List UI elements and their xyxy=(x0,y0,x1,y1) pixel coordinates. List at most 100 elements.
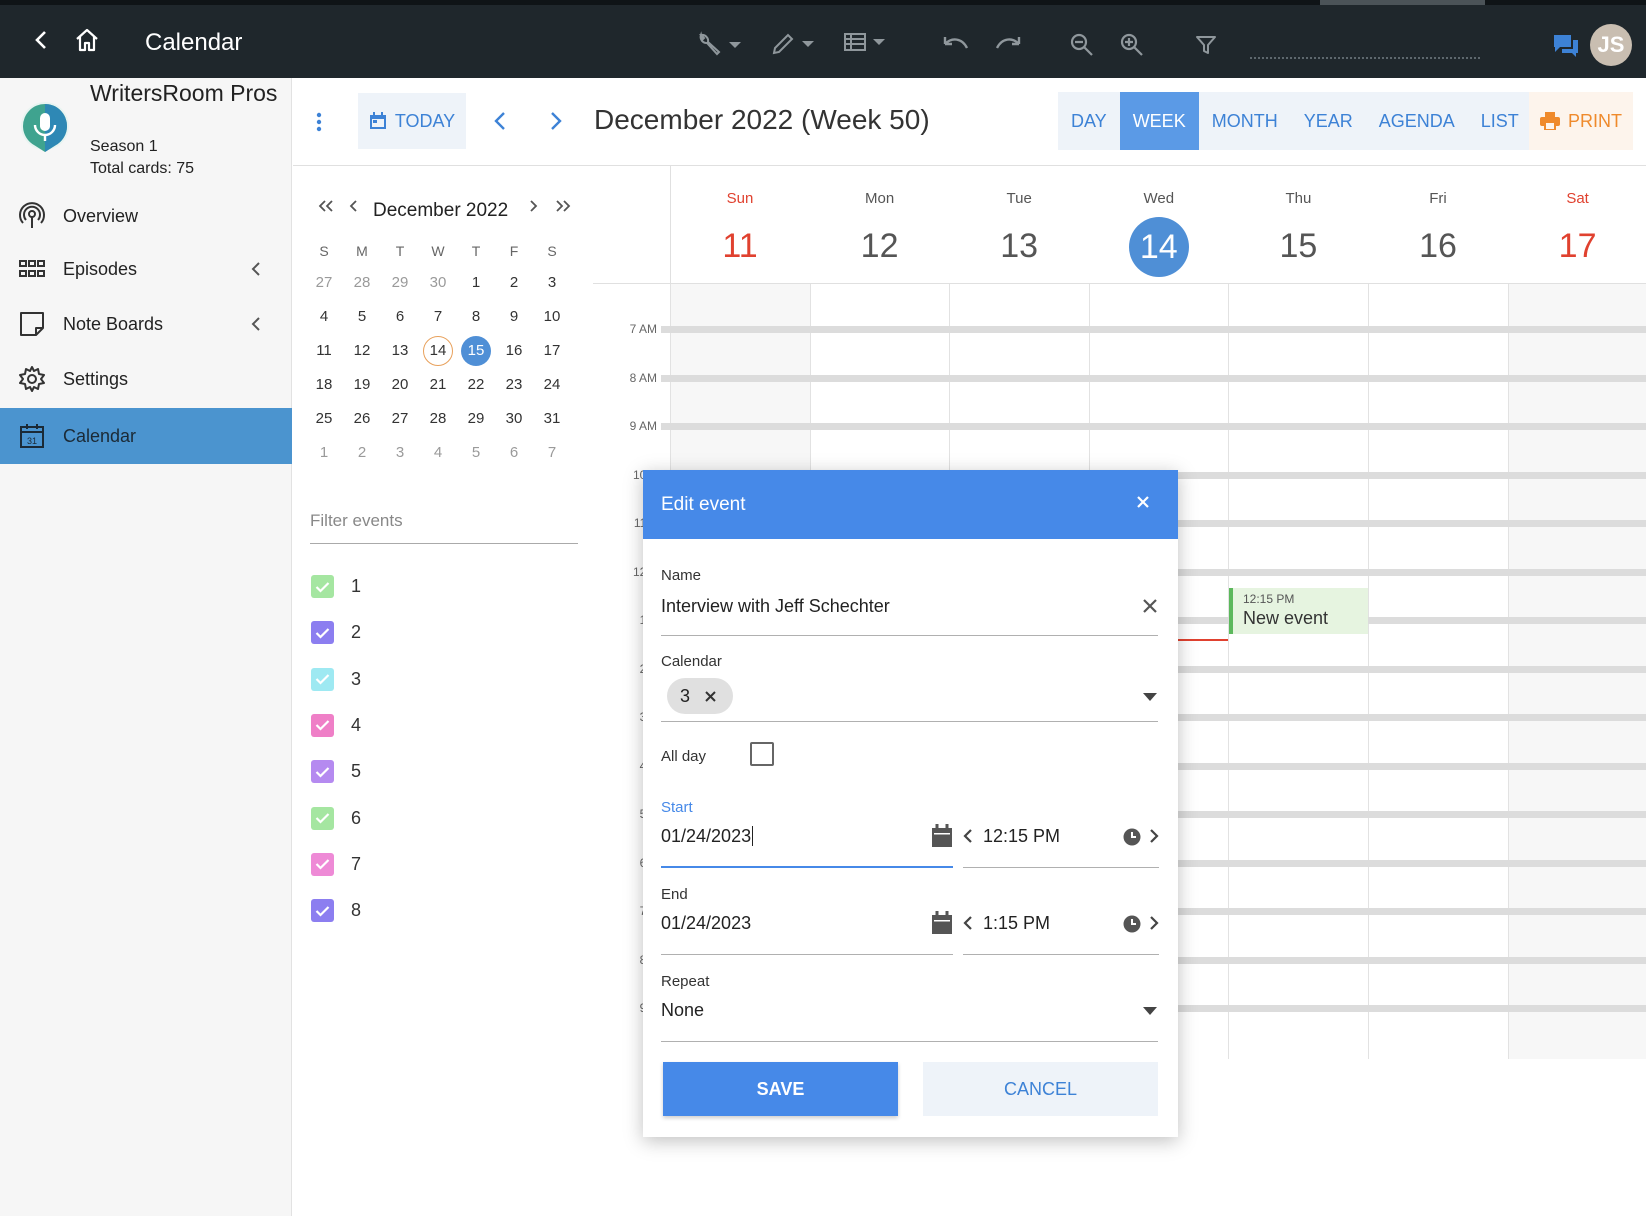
checkbox-checked[interactable] xyxy=(311,852,334,876)
mini-calendar-day[interactable]: 2 xyxy=(495,266,533,300)
checkbox-checked[interactable] xyxy=(311,713,334,737)
mini-calendar-day[interactable]: 21 xyxy=(419,368,457,402)
calendar-filter-item[interactable]: 2 xyxy=(311,621,361,645)
back-button[interactable] xyxy=(26,25,56,55)
day-header[interactable]: Fri 16 xyxy=(1368,166,1508,284)
sidebar-item-overview[interactable]: Overview xyxy=(0,188,292,244)
mini-calendar-day[interactable]: 6 xyxy=(495,436,533,470)
mini-calendar-day[interactable]: 13 xyxy=(381,334,419,368)
mini-calendar-day[interactable]: 27 xyxy=(305,266,343,300)
mini-calendar-day[interactable]: 10 xyxy=(533,300,571,334)
mini-calendar-day[interactable]: 28 xyxy=(419,402,457,436)
mini-calendar-day[interactable]: 9 xyxy=(495,300,533,334)
calendar-icon[interactable] xyxy=(931,824,953,848)
repeat-select[interactable]: None xyxy=(661,996,1158,1042)
chevron-left-icon[interactable] xyxy=(963,828,973,844)
calendar-filter-item[interactable]: 1 xyxy=(311,575,361,598)
mini-calendar-day[interactable]: 26 xyxy=(343,402,381,436)
calendar-event[interactable]: 12:15 PM New event xyxy=(1229,588,1368,634)
mini-calendar-day[interactable]: 22 xyxy=(457,368,495,402)
sidebar-item-calendar[interactable]: 31 Calendar xyxy=(0,408,292,464)
home-button[interactable] xyxy=(72,25,102,55)
mini-calendar-day[interactable]: 28 xyxy=(343,266,381,300)
tools-menu[interactable] xyxy=(695,31,741,59)
checkbox-checked[interactable] xyxy=(311,667,334,691)
mini-calendar-day[interactable]: 6 xyxy=(381,300,419,334)
today-button[interactable]: TODAY xyxy=(358,93,466,149)
mini-calendar-day[interactable]: 3 xyxy=(533,266,571,300)
mini-calendar-day[interactable]: 18 xyxy=(305,368,343,402)
mini-calendar-day[interactable]: 24 xyxy=(533,368,571,402)
mini-calendar-day[interactable]: 1 xyxy=(305,436,343,470)
next-year-button[interactable] xyxy=(555,198,571,214)
end-date-field[interactable]: 01/24/2023 xyxy=(661,909,953,955)
start-date-field[interactable]: 01/24/2023 xyxy=(661,822,953,868)
mini-calendar-day[interactable]: 14 xyxy=(419,334,457,368)
calendar-filter-item[interactable]: 6 xyxy=(311,806,361,830)
mini-calendar-day[interactable]: 17 xyxy=(533,334,571,368)
filter-button[interactable] xyxy=(1190,29,1222,61)
mini-calendar-day[interactable]: 2 xyxy=(343,436,381,470)
sidebar-item-settings[interactable]: Settings xyxy=(0,351,292,407)
calendar-filter-item[interactable]: 3 xyxy=(311,667,361,691)
mini-calendar-day[interactable]: 8 xyxy=(457,300,495,334)
mini-calendar-day[interactable]: 4 xyxy=(305,300,343,334)
table-menu[interactable] xyxy=(843,31,885,53)
day-header[interactable]: Thu 15 xyxy=(1228,166,1368,284)
view-agenda-button[interactable]: AGENDA xyxy=(1366,92,1468,150)
start-time-field[interactable]: 12:15 PM xyxy=(963,822,1159,868)
day-header[interactable]: Wed 14 xyxy=(1089,166,1229,284)
view-day-button[interactable]: DAY xyxy=(1058,92,1120,150)
mini-calendar-day[interactable]: 19 xyxy=(343,368,381,402)
day-header[interactable]: Mon 12 xyxy=(810,166,950,284)
clock-icon[interactable] xyxy=(1123,828,1141,846)
mini-calendar-day[interactable]: 5 xyxy=(343,300,381,334)
mini-calendar-day[interactable]: 29 xyxy=(457,402,495,436)
name-field[interactable]: Interview with Jeff Schechter xyxy=(661,592,1158,636)
edit-menu[interactable] xyxy=(770,31,814,57)
mini-calendar-day[interactable]: 27 xyxy=(381,402,419,436)
more-vert-icon[interactable] xyxy=(315,112,323,132)
next-month-button[interactable] xyxy=(529,198,539,214)
sidebar-item-note-boards[interactable]: Note Boards xyxy=(0,296,292,352)
day-header[interactable]: Sun 11 xyxy=(670,166,810,284)
view-year-button[interactable]: YEAR xyxy=(1291,92,1366,150)
mini-calendar-day[interactable]: 4 xyxy=(419,436,457,470)
mini-calendar-day[interactable]: 7 xyxy=(419,300,457,334)
chevron-right-icon[interactable] xyxy=(1149,828,1159,844)
end-time-field[interactable]: 1:15 PM xyxy=(963,909,1159,955)
checkbox-checked[interactable] xyxy=(311,806,334,830)
mini-calendar-day[interactable]: 7 xyxy=(533,436,571,470)
save-button[interactable]: SAVE xyxy=(663,1062,898,1116)
zoom-out-button[interactable] xyxy=(1066,29,1098,61)
mini-calendar-day[interactable]: 12 xyxy=(343,334,381,368)
day-header[interactable]: Sat 17 xyxy=(1508,166,1646,284)
calendar-filter-item[interactable]: 5 xyxy=(311,760,361,784)
chevron-right-icon[interactable] xyxy=(549,110,563,132)
sidebar-item-episodes[interactable]: Episodes xyxy=(0,241,292,297)
mini-calendar-day[interactable]: 16 xyxy=(495,334,533,368)
mini-calendar-day[interactable]: 5 xyxy=(457,436,495,470)
mini-calendar-day[interactable]: 20 xyxy=(381,368,419,402)
avatar[interactable]: JS xyxy=(1590,24,1632,66)
redo-button[interactable] xyxy=(992,29,1024,61)
cancel-button[interactable]: CANCEL xyxy=(923,1062,1158,1116)
calendar-filter-item[interactable]: 4 xyxy=(311,713,361,737)
close-icon[interactable] xyxy=(1136,495,1150,509)
checkbox-checked[interactable] xyxy=(311,899,334,923)
chevron-right-icon[interactable] xyxy=(1149,915,1159,931)
mini-calendar-day[interactable]: 11 xyxy=(305,334,343,368)
mini-calendar-day[interactable]: 31 xyxy=(533,402,571,436)
mini-calendar-day[interactable]: 15 xyxy=(457,334,495,368)
mini-calendar-day[interactable]: 23 xyxy=(495,368,533,402)
filter-events-input[interactable] xyxy=(310,498,578,544)
calendar-icon[interactable] xyxy=(931,911,953,935)
calendar-filter-item[interactable]: 7 xyxy=(311,852,361,876)
print-button[interactable]: PRINT xyxy=(1529,92,1633,150)
allday-checkbox[interactable] xyxy=(750,742,774,766)
calendar-select[interactable]: 3 xyxy=(661,674,1158,722)
checkbox-checked[interactable] xyxy=(311,575,334,598)
zoom-in-button[interactable] xyxy=(1116,29,1148,61)
chat-button[interactable] xyxy=(1550,29,1582,61)
clock-icon[interactable] xyxy=(1123,915,1141,933)
